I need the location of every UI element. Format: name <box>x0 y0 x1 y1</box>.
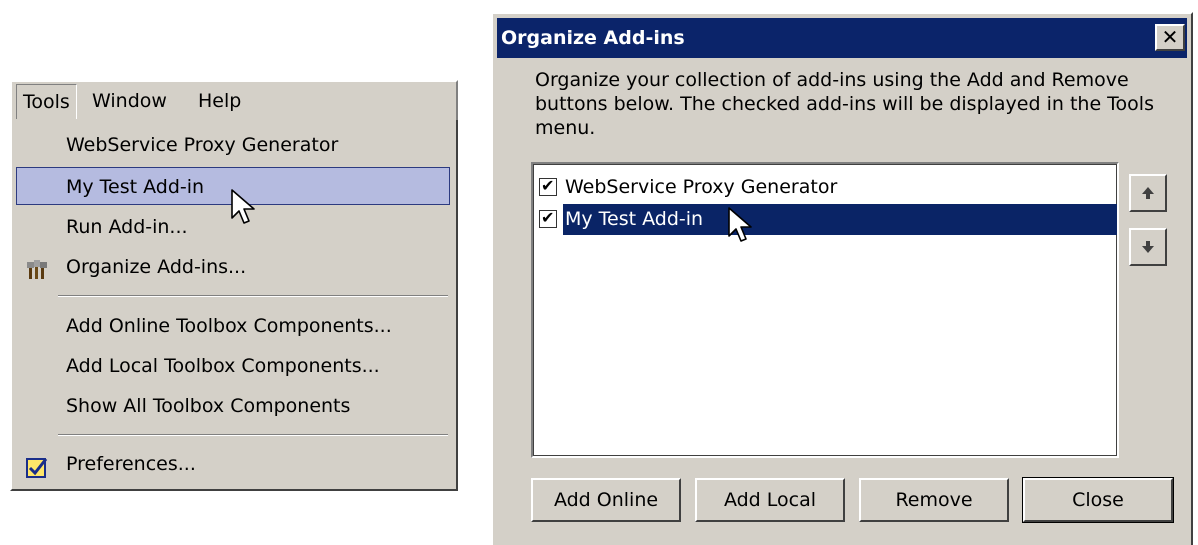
menu-item-label: Add Online Toolbox Components... <box>66 315 392 337</box>
move-down-button[interactable] <box>1129 228 1167 266</box>
menubar-window[interactable]: Window <box>86 84 173 118</box>
organize-addins-dialog: Organize Add-ins ✕ Organize your collect… <box>491 12 1193 545</box>
arrow-up-icon <box>1142 187 1154 199</box>
menu-item-label: WebService Proxy Generator <box>66 134 339 156</box>
checkbox-checked[interactable] <box>539 176 557 196</box>
addins-list[interactable]: WebService Proxy Generator My Test Add-i… <box>531 162 1119 458</box>
menu-item-label: Add Local Toolbox Components... <box>66 355 380 377</box>
menu-item-add-online-toolbox[interactable]: Add Online Toolbox Components... <box>16 307 450 345</box>
menubar-tools[interactable]: Tools <box>16 84 77 119</box>
menubar-help[interactable]: Help <box>192 84 247 118</box>
add-online-button[interactable]: Add Online <box>531 478 681 522</box>
checkbox-icon <box>26 453 48 478</box>
list-item[interactable]: WebService Proxy Generator <box>539 172 1113 203</box>
menu-item-webservice-proxy[interactable]: WebService Proxy Generator <box>16 126 450 164</box>
menu-item-label: Preferences... <box>66 453 196 475</box>
menu-separator <box>58 295 448 297</box>
menu-item-preferences[interactable]: Preferences... <box>16 445 450 483</box>
checkbox-checked[interactable] <box>539 208 557 228</box>
menu-item-label: Run Add-in... <box>66 216 188 238</box>
menu-separator <box>58 434 448 436</box>
tools-icon <box>26 256 48 279</box>
menu-item-show-all-toolbox[interactable]: Show All Toolbox Components <box>16 387 450 425</box>
mouse-pointer-icon <box>231 189 255 224</box>
dialog-description: Organize your collection of add-ins usin… <box>535 69 1154 139</box>
menu-item-label: Show All Toolbox Components <box>66 395 351 417</box>
menu-item-organize-addins[interactable]: Organize Add-ins... <box>16 248 450 286</box>
tools-dropdown: WebService Proxy Generator My Test Add-i… <box>10 120 458 491</box>
remove-button[interactable]: Remove <box>859 478 1009 522</box>
list-item-label: WebService Proxy Generator <box>565 176 838 198</box>
close-icon[interactable]: ✕ <box>1155 24 1185 51</box>
move-up-button[interactable] <box>1129 174 1167 212</box>
mouse-pointer-icon <box>728 207 752 242</box>
add-local-button[interactable]: Add Local <box>695 478 845 522</box>
dialog-titlebar: Organize Add-ins ✕ <box>497 18 1187 58</box>
close-button[interactable]: Close <box>1022 477 1174 523</box>
dialog-title: Organize Add-ins <box>501 27 685 49</box>
list-item-selected[interactable]: My Test Add-in <box>539 204 1117 235</box>
menu-item-label: My Test Add-in <box>66 176 205 198</box>
menubar: Tools Window Help <box>10 80 458 120</box>
menu-item-label: Organize Add-ins... <box>66 256 247 278</box>
list-item-label: My Test Add-in <box>563 204 1117 235</box>
menu-item-add-local-toolbox[interactable]: Add Local Toolbox Components... <box>16 347 450 385</box>
tools-menu-panel: Tools Window Help WebService Proxy Gener… <box>0 76 460 491</box>
arrow-down-icon <box>1142 241 1154 253</box>
